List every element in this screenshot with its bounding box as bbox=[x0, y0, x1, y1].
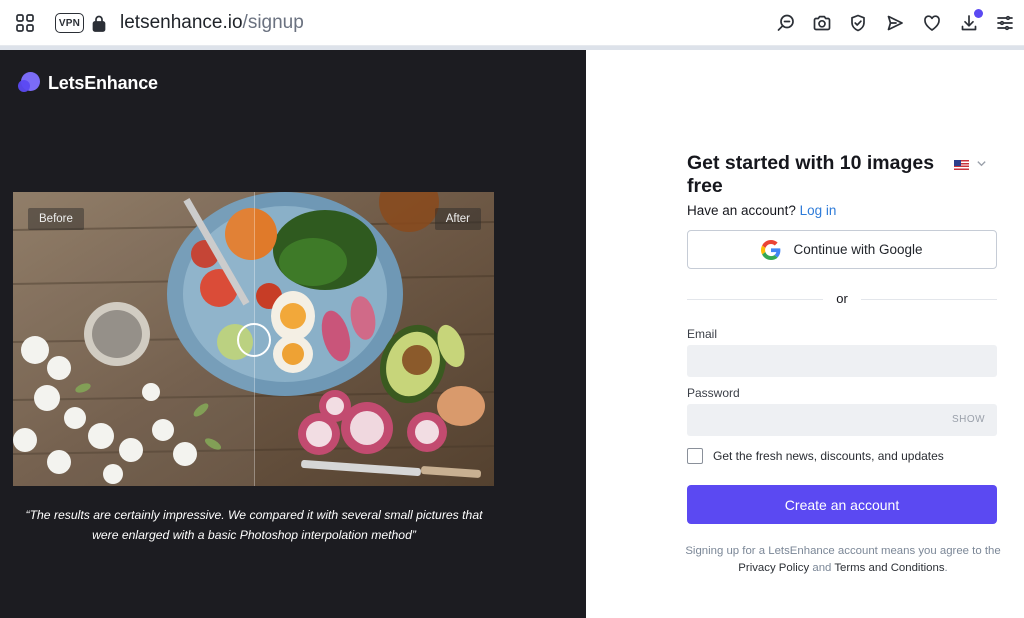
legal-prefix: Signing up for a LetsEnhance account mea… bbox=[685, 545, 1001, 557]
before-label: Before bbox=[28, 208, 84, 230]
testimonial-quote: “The results are certainly impressive. W… bbox=[25, 508, 483, 542]
us-flag-icon bbox=[954, 160, 969, 170]
logo-mark-icon bbox=[18, 72, 40, 94]
email-label: Email bbox=[687, 327, 718, 341]
showcase-panel: LetsEnhance Before After “The results ar… bbox=[0, 50, 586, 618]
legal-suffix: . bbox=[944, 562, 948, 574]
show-password-button[interactable]: SHOW bbox=[952, 414, 985, 425]
legal-notice: Signing up for a LetsEnhance account mea… bbox=[684, 543, 1002, 577]
browser-toolbar: VPN letsenhance.io/signup bbox=[0, 0, 1024, 46]
newsletter-label[interactable]: Get the fresh news, discounts, and updat… bbox=[713, 449, 944, 463]
terms-link[interactable]: Terms and Conditions bbox=[834, 562, 944, 574]
heart-icon[interactable] bbox=[920, 11, 944, 35]
shield-icon[interactable] bbox=[846, 11, 870, 35]
send-icon[interactable] bbox=[883, 11, 907, 35]
password-field[interactable] bbox=[687, 404, 997, 436]
lock-icon[interactable] bbox=[87, 11, 111, 35]
comparison-slider-handle[interactable] bbox=[237, 323, 271, 357]
continue-with-google-button[interactable]: Continue with Google bbox=[687, 230, 997, 269]
login-link[interactable]: Log in bbox=[800, 203, 837, 218]
divider-line-right bbox=[861, 299, 997, 300]
page-title: Get started with 10 images free bbox=[687, 152, 935, 197]
email-field[interactable] bbox=[687, 345, 997, 377]
newsletter-checkbox[interactable] bbox=[687, 448, 703, 464]
menu-icon[interactable] bbox=[993, 11, 1017, 35]
google-icon bbox=[761, 239, 781, 260]
url-host: letsenhance.io bbox=[120, 12, 243, 33]
brand-name: LetsEnhance bbox=[48, 72, 158, 93]
before-after-image[interactable]: Before After bbox=[13, 192, 494, 486]
google-button-label: Continue with Google bbox=[793, 242, 923, 257]
have-account-prompt: Have an account? Log in bbox=[687, 203, 836, 218]
legal-and: and bbox=[812, 562, 832, 574]
password-label: Password bbox=[687, 386, 740, 400]
url-path: /signup bbox=[242, 12, 304, 33]
newsletter-option[interactable]: Get the fresh news, discounts, and updat… bbox=[687, 448, 944, 464]
search-icon[interactable] bbox=[774, 11, 798, 35]
chevron-down-icon bbox=[976, 156, 987, 174]
brand-logo[interactable]: LetsEnhance bbox=[18, 72, 158, 94]
signup-panel: Get started with 10 images free Have an … bbox=[586, 50, 1024, 618]
vpn-badge[interactable]: VPN bbox=[55, 13, 84, 33]
download-badge-dot bbox=[974, 9, 983, 18]
language-selector[interactable] bbox=[954, 156, 987, 174]
create-account-button[interactable]: Create an account bbox=[687, 485, 997, 524]
address-bar[interactable]: letsenhance.io/signup bbox=[120, 12, 304, 34]
or-divider: or bbox=[687, 290, 997, 308]
have-account-text: Have an account? bbox=[687, 203, 796, 218]
after-label: After bbox=[434, 208, 481, 230]
camera-icon[interactable] bbox=[810, 11, 834, 35]
privacy-policy-link[interactable]: Privacy Policy bbox=[738, 562, 809, 574]
tabs-grid-icon[interactable] bbox=[13, 11, 37, 35]
